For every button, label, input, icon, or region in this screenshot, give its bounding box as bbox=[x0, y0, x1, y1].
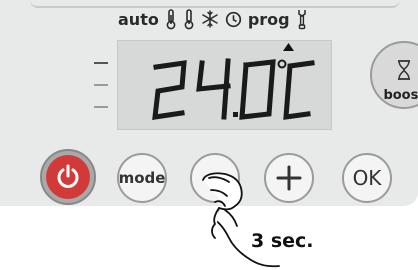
increase-arrow-icon bbox=[283, 43, 294, 51]
pressing-hand-icon bbox=[202, 172, 280, 268]
eco-thermometer-icon bbox=[184, 9, 194, 30]
comfort-thermometer-icon bbox=[166, 9, 176, 30]
mode-button-label: mode bbox=[118, 169, 166, 187]
clock-icon bbox=[225, 11, 241, 27]
frost-snowflake-icon bbox=[202, 10, 218, 28]
temperature-readout bbox=[152, 43, 315, 120]
auto-label: auto bbox=[118, 9, 159, 29]
hourglass-icon bbox=[398, 60, 410, 80]
level-mark bbox=[94, 106, 108, 108]
ok-button[interactable]: OK bbox=[342, 153, 392, 203]
power-button-face bbox=[46, 155, 90, 199]
lcd-display bbox=[117, 40, 332, 130]
boost-label: boost bbox=[383, 88, 418, 103]
power-icon bbox=[57, 164, 79, 188]
mode-button[interactable]: mode bbox=[117, 153, 167, 203]
temperature-level-marks bbox=[94, 62, 108, 122]
program-wrench-icon bbox=[297, 10, 306, 30]
ok-button-label: OK bbox=[352, 166, 382, 190]
hold-duration-caption: 3 sec. bbox=[251, 230, 314, 252]
level-mark bbox=[94, 62, 108, 64]
level-mark bbox=[94, 84, 108, 86]
mode-indicator-row: auto prog bbox=[118, 6, 308, 32]
power-button[interactable] bbox=[40, 149, 96, 205]
prog-label: prog bbox=[247, 9, 290, 29]
